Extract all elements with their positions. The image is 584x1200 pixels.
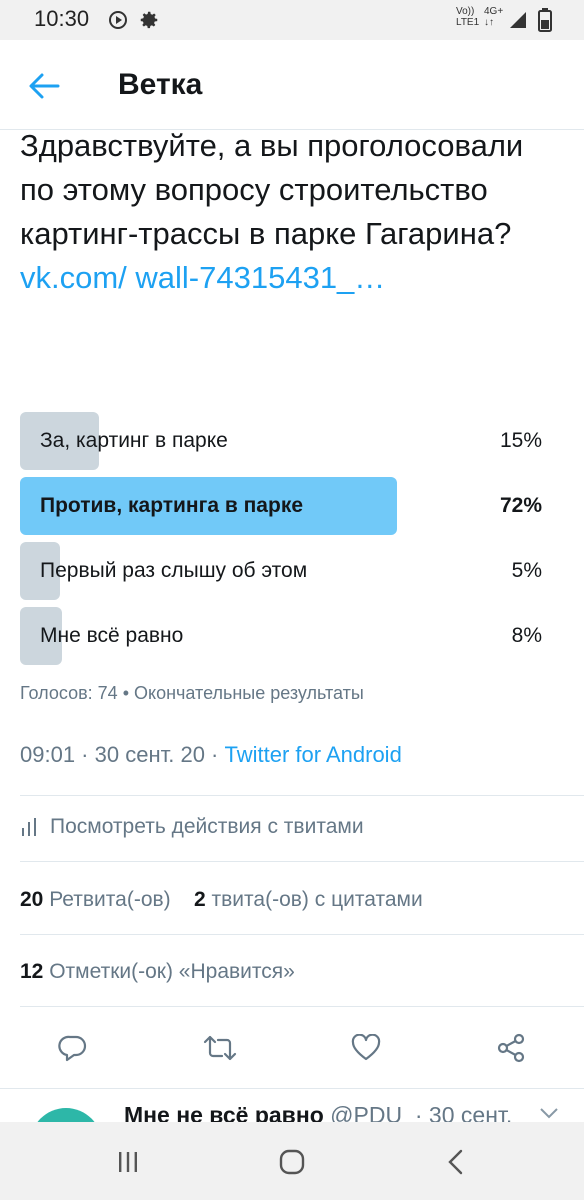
volte-label: Vo)): [456, 6, 475, 17]
reply-header: Мне не всё равно @PDU · 30 сент.: [124, 1102, 512, 1122]
analytics-icon: [22, 818, 36, 836]
divider: [0, 1088, 584, 1089]
poll-option-winner: Против, картинга в парке 72%: [20, 477, 544, 535]
battery-icon: [538, 8, 552, 37]
reply-date: · 30 сент.: [414, 1102, 513, 1122]
view-activity-button[interactable]: Посмотреть действия с твитами: [20, 815, 364, 839]
share-icon: [497, 1033, 525, 1063]
retweet-stats: 20 Ретвита(-ов) 2 твита(-ов) с цитатами: [20, 888, 423, 912]
reply-author-name: Мне не всё равно: [124, 1102, 324, 1122]
retweet-icon: [203, 1035, 237, 1061]
reply-button[interactable]: [47, 1022, 99, 1074]
tweet-text: Здравствуйте, а вы проголосовали по этом…: [20, 124, 560, 300]
heart-icon: [351, 1034, 381, 1061]
back-nav-button[interactable]: [436, 1144, 476, 1180]
view-activity-label: Посмотреть действия с твитами: [50, 815, 364, 838]
poll-option-label: Первый раз слышу об этом: [40, 559, 308, 582]
retweets-label: Ретвита(-ов): [49, 888, 171, 911]
quotes-count: 2: [194, 888, 206, 911]
tweet-date: 30 сент. 20: [94, 742, 205, 767]
share-button[interactable]: [485, 1022, 537, 1074]
reply-icon: [58, 1035, 87, 1062]
like-button[interactable]: [340, 1022, 392, 1074]
tweet-link[interactable]: vk.com/ wall-74315431_…: [20, 260, 385, 295]
poll-option: За, картинг в парке 15%: [20, 412, 544, 470]
chevron-down-icon[interactable]: [538, 1106, 560, 1122]
divider: [20, 1006, 584, 1007]
likes-label: Отметки(-ок) «Нравится»: [49, 960, 295, 983]
poll-option-percent: 15%: [499, 429, 542, 452]
system-nav-bar: [0, 1122, 584, 1200]
media-play-icon: [108, 10, 128, 35]
back-button[interactable]: [22, 64, 66, 108]
poll-option-percent: 8%: [511, 624, 542, 647]
arrow-left-icon: [29, 73, 60, 99]
retweet-button[interactable]: [194, 1022, 246, 1074]
poll-option-percent: 72%: [499, 494, 542, 517]
status-time: 10:30: [34, 6, 90, 31]
poll-option: Мне всё равно 8%: [20, 607, 544, 665]
divider: [20, 934, 584, 935]
quotes-link[interactable]: 2 твита(-ов) с цитатами: [194, 888, 423, 911]
page-title: Ветка: [118, 68, 203, 101]
poll-meta: Голосов: 74 • Окончательные результаты: [20, 683, 364, 703]
volte-indicator: Vo)) LTE1: [456, 6, 479, 28]
home-button[interactable]: [272, 1144, 312, 1180]
poll-option-label: Мне всё равно: [40, 624, 184, 647]
retweets-count: 20: [20, 888, 44, 911]
home-icon: [279, 1149, 305, 1175]
status-bar: 10:30 Vo)) LTE1 4G+ ↓↑: [0, 0, 584, 40]
tweet-actions: [0, 1022, 584, 1074]
likes-link[interactable]: 12 Отметки(-ок) «Нравится»: [20, 960, 295, 984]
likes-count: 12: [20, 960, 44, 983]
poll-option: Первый раз слышу об этом 5%: [20, 542, 544, 600]
network-type-label: 4G+: [484, 6, 504, 17]
divider: [20, 795, 584, 796]
reply-tweet[interactable]: Мне не всё равно @PDU · 30 сент.: [0, 1092, 584, 1122]
poll-status: Окончательные результаты: [134, 683, 364, 703]
poll: За, картинг в парке 15% Против, картинга…: [20, 412, 544, 672]
tweet-body: Здравствуйте, а вы проголосовали по этом…: [20, 128, 524, 251]
quotes-label: твита(-ов) с цитатами: [211, 888, 423, 911]
tweet-source[interactable]: Twitter for Android: [225, 742, 402, 767]
app-header: Ветка: [0, 40, 584, 130]
network-type: 4G+ ↓↑: [484, 6, 504, 28]
chevron-left-icon: [448, 1149, 463, 1175]
poll-option-label: За, картинг в парке: [40, 429, 228, 452]
poll-option-label: Против, картинга в парке: [40, 494, 304, 517]
recent-apps-icon: [119, 1152, 137, 1172]
reply-author-handle: @PDU: [330, 1102, 403, 1122]
recent-apps-button[interactable]: [108, 1144, 148, 1180]
tweet-timestamp: 09:01 · 30 сент. 20 · Twitter for Androi…: [20, 742, 402, 767]
poll-votes: Голосов: 74: [20, 683, 118, 703]
signal-icon: [508, 10, 528, 35]
divider: [20, 861, 584, 862]
lte-label: LTE1: [456, 17, 480, 28]
avatar[interactable]: [30, 1108, 102, 1122]
settings-gear-icon: [138, 9, 160, 36]
retweets-link[interactable]: 20 Ретвита(-ов): [20, 888, 171, 911]
tweet-time: 09:01: [20, 742, 76, 767]
poll-option-percent: 5%: [511, 559, 542, 582]
